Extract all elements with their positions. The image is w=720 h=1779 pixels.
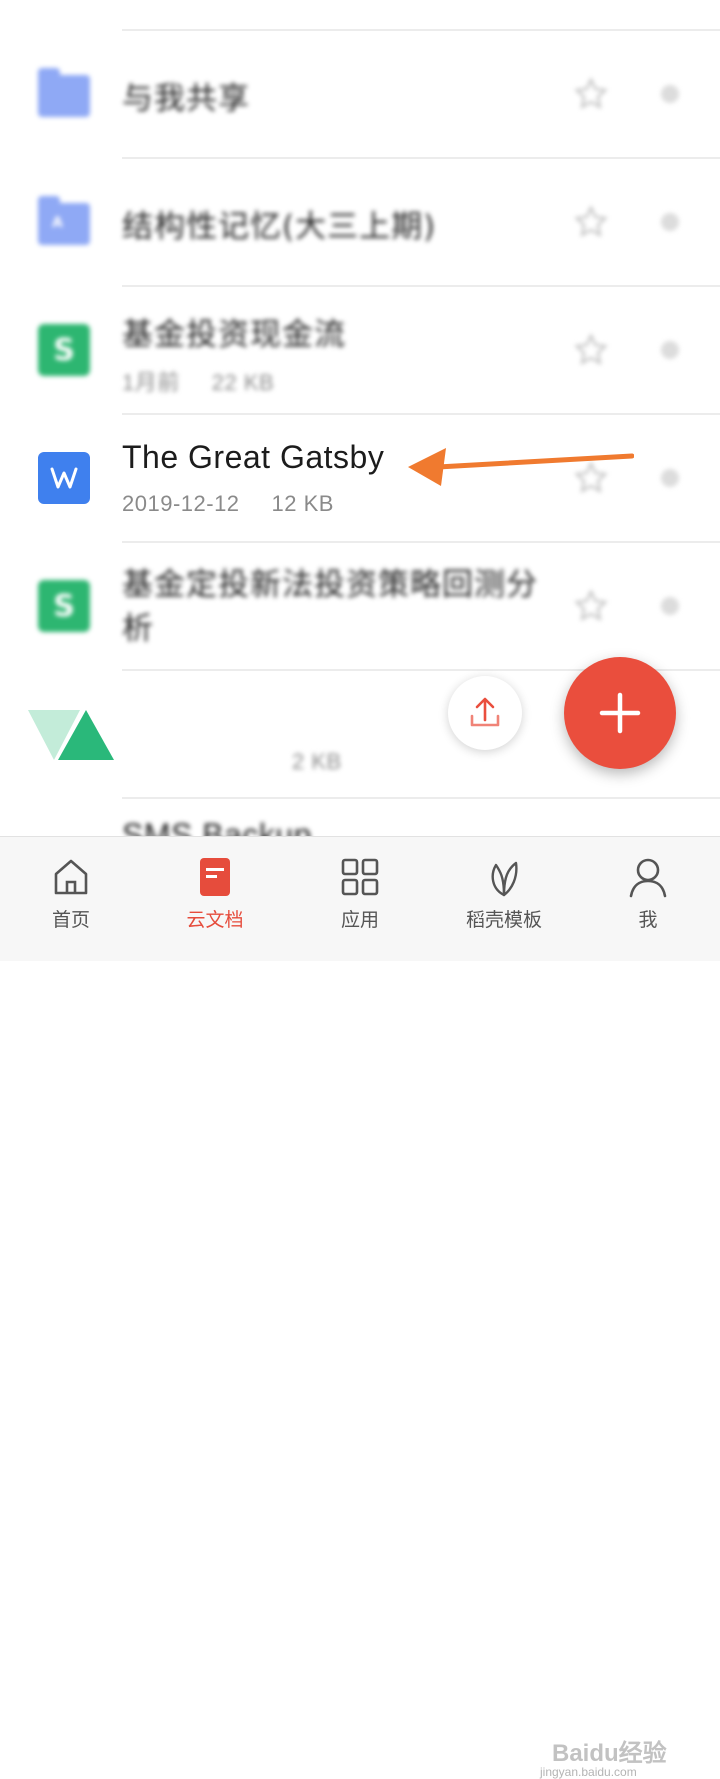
more-dot-icon[interactable] xyxy=(661,85,679,103)
list-item[interactable]: 与我共享 xyxy=(0,31,720,157)
tab-label: 我 xyxy=(638,909,658,931)
word-doc-icon xyxy=(38,452,90,504)
file-size: 12 KB xyxy=(271,491,334,516)
leaf-icon xyxy=(491,861,518,897)
list-item[interactable]: A 结构性记忆(大三上期) xyxy=(0,159,720,285)
list-item[interactable]: S 基金定投新法投资策略回测分析 xyxy=(0,543,720,669)
tab-apps[interactable]: 应用 xyxy=(300,855,420,932)
new-document-button[interactable] xyxy=(564,657,676,769)
file-name: 基金定投新法投资策略回测分析 xyxy=(122,567,538,647)
tab-me[interactable]: 我 xyxy=(588,855,708,932)
plus-icon xyxy=(599,692,641,734)
upload-button[interactable] xyxy=(448,676,522,750)
sheet-icon: S xyxy=(38,324,90,376)
watermark-url: jingyan.baidu.com xyxy=(540,1765,637,1779)
cloud-doc-icon xyxy=(200,858,230,896)
tab-cloud-docs[interactable]: 云文档 xyxy=(155,855,275,932)
file-name: 基金投资现金流 xyxy=(122,317,346,353)
tab-home[interactable]: 首页 xyxy=(11,855,131,932)
star-icon[interactable] xyxy=(573,332,609,368)
tab-label: 云文档 xyxy=(186,909,244,931)
folder-icon xyxy=(38,68,90,121)
file-date: 1月前 xyxy=(122,370,180,395)
sheet-icon: S xyxy=(38,580,90,632)
more-dot-icon[interactable] xyxy=(661,597,679,615)
user-icon xyxy=(629,858,667,898)
tab-label: 首页 xyxy=(51,909,90,931)
file-size: 22 KB xyxy=(211,370,275,395)
more-dot-icon[interactable] xyxy=(661,341,679,359)
upload-icon xyxy=(470,697,500,727)
file-name: 结构性记忆(大三上期) xyxy=(122,209,437,245)
more-dot-icon[interactable] xyxy=(661,469,679,487)
tab-label: 应用 xyxy=(340,909,379,931)
file-name: The Great Gatsby xyxy=(122,439,385,475)
star-icon[interactable] xyxy=(573,76,609,112)
star-icon[interactable] xyxy=(573,588,609,624)
tab-templates[interactable]: 稻壳模板 xyxy=(444,855,564,932)
annotation-arrow-icon xyxy=(408,448,634,486)
file-name: SMS Backup xyxy=(122,817,312,836)
more-dot-icon[interactable] xyxy=(661,213,679,231)
bottom-tab-bar: 首页 云文档 应用 稻壳模板 我 Baidu经验 jingyan.baidu.c… xyxy=(0,836,720,1779)
shape-decoration-icon xyxy=(28,710,114,760)
folder-icon: A xyxy=(38,196,90,249)
file-date: 2019-12-12 xyxy=(122,491,240,516)
list-item[interactable]: S 基金投资现金流 1月前 22 KB xyxy=(0,287,720,413)
star-icon[interactable] xyxy=(573,204,609,240)
tab-label: 稻壳模板 xyxy=(465,909,542,931)
file-list: 与我共享 A 结构性记忆(大三上期) S 基金投资现金流 1月前 22 KB Th… xyxy=(0,0,720,836)
file-name: 与我共享 xyxy=(122,81,250,117)
watermark: Baidu经验 xyxy=(552,1740,667,1767)
file-size: 2 KB xyxy=(292,749,342,774)
list-item[interactable]: SMS Backup xyxy=(0,799,720,836)
file-meta: 2019-12-12 12 KB xyxy=(122,491,334,517)
file-meta: 1月前 22 KB xyxy=(122,365,274,397)
grid-apps-icon xyxy=(341,858,379,896)
home-icon xyxy=(54,859,88,895)
